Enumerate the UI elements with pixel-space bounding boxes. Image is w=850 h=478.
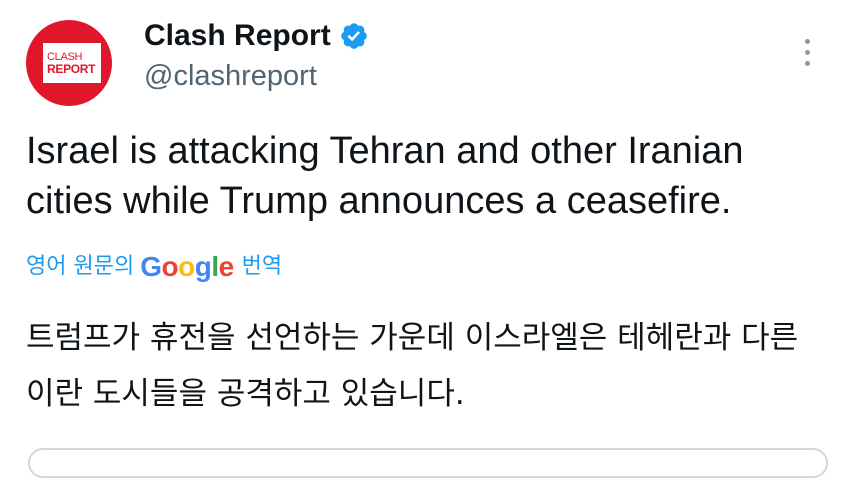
translation-suffix: 번역 (241, 254, 283, 279)
verified-badge-icon (340, 23, 367, 49)
translation-attribution[interactable]: 영어 원문의 Google 번역 (26, 250, 282, 284)
display-name[interactable]: Clash Report (144, 16, 331, 56)
google-logo: Google (140, 251, 234, 282)
more-dot-icon (804, 38, 810, 44)
avatar[interactable]: CLASH REPORT (26, 20, 112, 106)
more-dot-icon (804, 60, 810, 66)
translation-prefix: 영어 원문의 (26, 254, 135, 279)
avatar-logo: CLASH REPORT (43, 43, 101, 83)
translated-tweet-text: 트럼프가 휴전을 선언하는 가운데 이스라엘은 테헤란과 다른 이란 도시들을 … (26, 320, 799, 412)
author-name-row: Clash Report (144, 16, 369, 56)
quote-card[interactable] (28, 448, 828, 478)
author-handle[interactable]: @clashreport (144, 56, 317, 96)
more-dot-icon (804, 49, 810, 55)
more-options-button[interactable] (792, 32, 822, 72)
avatar-logo-line2: REPORT (47, 61, 96, 76)
avatar-logo-line1: CLASH (47, 50, 83, 63)
tweet-text: Israel is attacking Tehran and other Ira… (26, 130, 744, 222)
